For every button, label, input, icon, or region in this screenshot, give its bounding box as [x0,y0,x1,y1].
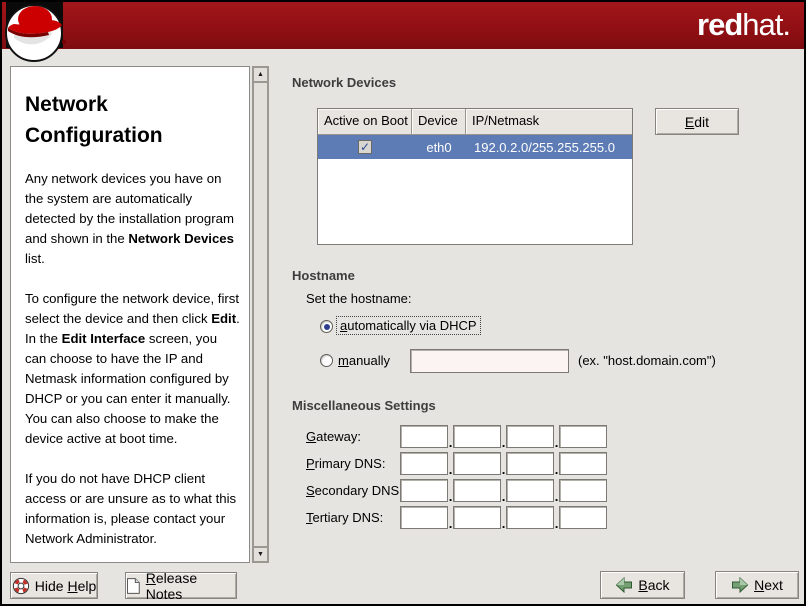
secondary-dns-octet-input[interactable] [453,479,501,502]
secondary-dns-octet-input[interactable] [400,479,448,502]
manual-hostname-radio[interactable] [320,354,333,367]
back-arrow-icon [615,577,633,593]
hostname-section-label: Hostname [292,268,355,283]
scrollbar-thumb[interactable] [253,82,268,547]
primary-dns-octet-input[interactable] [506,452,554,475]
document-icon [126,577,141,595]
ip-netmask-cell: 192.0.2.0/255.255.255.0 [466,140,632,155]
release-notes-button[interactable]: Release Notes [125,572,237,599]
set-hostname-label: Set the hostname: [306,291,412,306]
column-header-device: Device [412,109,466,135]
tertiary-dns-octet-row: ... [400,506,607,529]
gateway-octet-input[interactable] [400,425,448,448]
misc-settings-section-label: Miscellaneous Settings [292,398,436,413]
scroll-up-icon[interactable]: ▲ [253,67,268,82]
edit-button[interactable]: Edit [655,108,739,135]
active-on-boot-checkbox[interactable]: ✓ [358,140,372,154]
life-ring-icon [12,577,30,595]
hostname-example-hint: (ex. "host.domain.com") [578,353,716,368]
secondary-dns-octet-input[interactable] [506,479,554,502]
auto-dhcp-radio[interactable] [320,320,333,333]
help-paragraph: To configure the network device, first s… [25,289,241,449]
column-header-ip-netmask: IP/Netmask [466,109,632,135]
help-title: Network Configuration [25,89,241,151]
tertiary-dns-label: Tertiary DNS: [306,510,383,525]
column-header-active-on-boot: Active on Boot [318,109,412,135]
device-cell: eth0 [412,140,466,155]
primary-dns-octet-input[interactable] [453,452,501,475]
secondary-dns-label: Secondary DNS: [306,483,403,498]
secondary-dns-octet-row: ... [400,479,607,502]
tertiary-dns-octet-input[interactable] [400,506,448,529]
table-header-row: Active on Boot Device IP/Netmask [318,109,632,135]
back-button[interactable]: Back [600,571,685,599]
help-panel: Network Configuration Any network device… [10,66,250,563]
tertiary-dns-octet-input[interactable] [506,506,554,529]
gateway-label: Gateway: [306,429,361,444]
primary-dns-octet-row: ... [400,452,607,475]
redhat-wordmark: redhat. [697,7,790,43]
next-arrow-icon [731,577,749,593]
gateway-octet-input[interactable] [453,425,501,448]
help-paragraph: Any network devices you have on the syst… [25,169,241,269]
hide-help-button[interactable]: Hide Help [10,572,98,599]
manual-hostname-radio-label[interactable]: manually [338,353,390,368]
primary-dns-octet-input[interactable] [559,452,607,475]
gateway-octet-input[interactable] [559,425,607,448]
tertiary-dns-octet-input[interactable] [559,506,607,529]
auto-dhcp-radio-label[interactable]: automatically via DHCP [336,316,481,335]
primary-dns-octet-input[interactable] [400,452,448,475]
secondary-dns-octet-input[interactable] [559,479,607,502]
hostname-input[interactable] [410,349,569,373]
redhat-shadowman-logo-icon [4,2,68,64]
header-bar: redhat. [2,2,804,49]
table-row[interactable]: ✓ eth0 192.0.2.0/255.255.255.0 [318,135,632,159]
help-paragraph: If you do not have DHCP client access or… [25,469,241,549]
network-devices-table: Active on Boot Device IP/Netmask ✓ eth0 … [317,108,633,245]
tertiary-dns-octet-input[interactable] [453,506,501,529]
gateway-octet-input[interactable] [506,425,554,448]
installer-window: redhat. Network Configuration Any networ… [0,0,806,606]
scroll-down-icon[interactable]: ▼ [253,547,268,562]
gateway-octet-row: ... [400,425,607,448]
primary-dns-label: Primary DNS: [306,456,385,471]
network-devices-section-label: Network Devices [292,75,396,90]
next-button[interactable]: Next [715,571,799,599]
help-scrollbar[interactable]: ▲ ▼ [252,66,269,563]
